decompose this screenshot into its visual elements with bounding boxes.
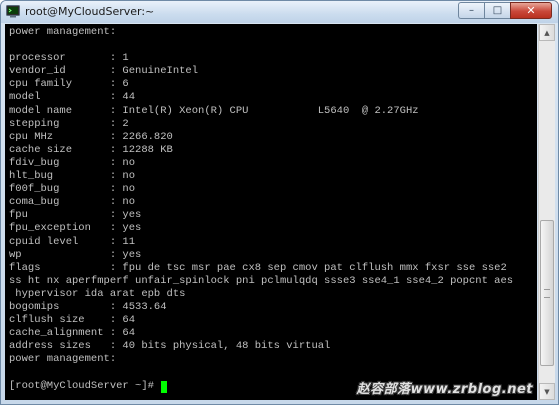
window-controls: – □ ✕	[458, 2, 552, 19]
terminal-line: vendor_id : GenuineIntel	[9, 65, 199, 78]
terminal-line: wp : yes	[9, 248, 142, 261]
terminal-app-icon[interactable]	[6, 5, 20, 18]
terminal-line: model name : Intel(R) Xeon(R) CPU L5640 …	[9, 104, 419, 117]
close-button[interactable]: ✕	[510, 2, 552, 19]
terminal-line: hlt_bug : no	[9, 170, 136, 183]
terminal-line: f00f_bug : no	[9, 183, 136, 196]
vertical-scrollbar[interactable]: ▲ ▼	[538, 24, 555, 400]
terminal-line: hypervisor ida arat epb dts	[9, 287, 186, 300]
terminal-screen[interactable]: power management: processor : 1 vendor_i…	[5, 24, 537, 400]
terminal-line: fdiv_bug : no	[9, 156, 136, 169]
prompt-text: [root@MyCloudServer ~]#	[9, 380, 161, 392]
minimize-button[interactable]: –	[458, 2, 484, 19]
terminal-line: fpu : yes	[9, 209, 142, 222]
command-prompt[interactable]: [root@MyCloudServer ~]#	[9, 380, 168, 393]
terminal-line: power management:	[9, 26, 117, 38]
terminal-line: model : 44	[9, 91, 136, 104]
thumb-grip-icon	[544, 289, 550, 298]
terminal-line: stepping : 2	[9, 117, 129, 130]
terminal-line: bogomips : 4533.64	[9, 300, 167, 313]
scroll-down-button[interactable]: ▼	[539, 383, 555, 400]
terminal-line: clflush size : 64	[9, 314, 136, 327]
window-title: root@MyCloudServer:~	[25, 5, 155, 18]
terminal-line: flags : fpu de tsc msr pae cx8 sep cmov …	[9, 261, 507, 274]
terminal-line: cache size : 12288 KB	[9, 143, 173, 156]
terminal-line: cpuid level : 11	[9, 235, 136, 248]
site-watermark: 赵容部落www.zrblog.net	[356, 382, 533, 397]
terminal-line: ss ht nx aperfmperf unfair_spinlock pni …	[9, 274, 514, 287]
terminal-window: root@MyCloudServer:~ – □ ✕ power managem…	[0, 0, 559, 405]
maximize-button[interactable]: □	[484, 2, 510, 19]
terminal-line: coma_bug : no	[9, 196, 136, 209]
terminal-output: power management: processor : 1 vendor_i…	[9, 26, 513, 366]
scroll-up-button[interactable]: ▲	[539, 24, 555, 41]
terminal-line: processor : 1	[9, 52, 129, 65]
terminal-line: power management:	[9, 353, 117, 366]
terminal-line: cache_alignment : 64	[9, 327, 136, 340]
title-bar[interactable]: root@MyCloudServer:~ – □ ✕	[1, 1, 558, 23]
text-cursor	[161, 380, 168, 393]
terminal-line: address sizes : 40 bits physical, 48 bit…	[9, 340, 331, 353]
scroll-thumb[interactable]	[540, 220, 554, 366]
terminal-line: fpu_exception : yes	[9, 222, 142, 235]
terminal-line: cpu family : 6	[9, 78, 129, 91]
terminal-line: cpu MHz : 2266.820	[9, 130, 173, 143]
